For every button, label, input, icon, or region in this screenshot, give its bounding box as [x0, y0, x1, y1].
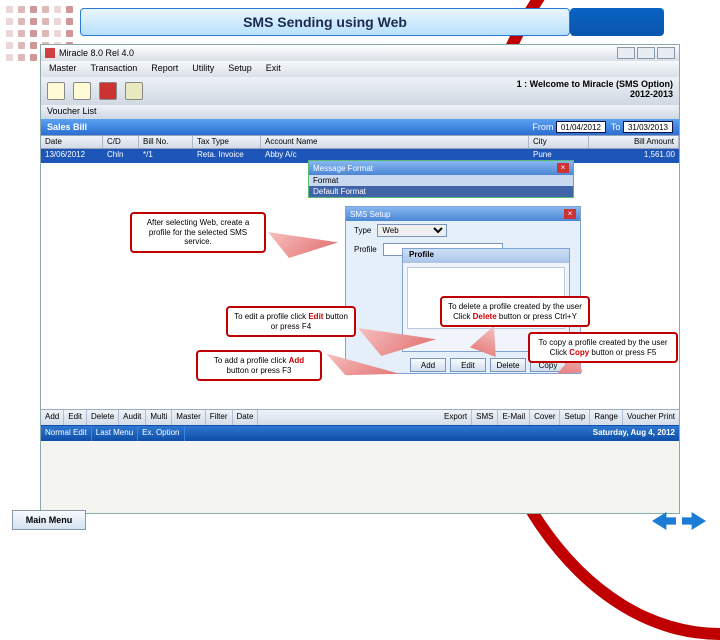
status-bar: Normal Edit Last Menu Ex. Option Saturda… — [41, 425, 679, 441]
status-ex-option[interactable]: Ex. Option — [138, 426, 184, 441]
profile-delete-button[interactable]: Delete — [490, 358, 526, 372]
maximize-button[interactable] — [637, 47, 655, 59]
close-icon[interactable]: × — [564, 209, 576, 219]
profile-add-button[interactable]: Add — [410, 358, 446, 372]
profile-edit-button[interactable]: Edit — [450, 358, 486, 372]
type-select[interactable]: Web — [377, 224, 447, 237]
format-label: Format — [309, 175, 573, 186]
menu-master[interactable]: Master — [49, 63, 77, 75]
col-billno[interactable]: Bill No. — [139, 136, 193, 148]
btn-edit[interactable]: Edit — [64, 410, 87, 425]
status-last-menu[interactable]: Last Menu — [92, 426, 138, 441]
menu-utility[interactable]: Utility — [192, 63, 214, 75]
col-account[interactable]: Account Name — [261, 136, 529, 148]
toolbar: 1 : Welcome to Miracle (SMS Option) 2012… — [41, 77, 679, 105]
profile-dialog-title: Profile — [403, 249, 569, 263]
window-titlebar[interactable]: Miracle 8.0 Rel 4.0 — [41, 45, 679, 61]
action-bar: Add Edit Delete Audit Multi Master Filte… — [41, 409, 679, 425]
btn-multi[interactable]: Multi — [146, 410, 172, 425]
col-amount[interactable]: Bill Amount — [589, 136, 679, 148]
col-city[interactable]: City — [529, 136, 589, 148]
format-value[interactable]: Default Format — [309, 186, 573, 197]
toolbar-icon-1[interactable] — [47, 82, 65, 100]
to-date-input[interactable]: 31/03/2013 — [623, 121, 673, 133]
menu-report[interactable]: Report — [151, 63, 178, 75]
slide-title: SMS Sending using Web — [80, 8, 570, 36]
toolbar-icon-2[interactable] — [73, 82, 91, 100]
toolbar-icon-3[interactable] — [99, 82, 117, 100]
col-date[interactable]: Date — [41, 136, 103, 148]
menu-transaction[interactable]: Transaction — [91, 63, 138, 75]
btn-audit[interactable]: Audit — [119, 410, 146, 425]
minimize-button[interactable] — [617, 47, 635, 59]
from-label: From — [532, 122, 553, 132]
grid-header: Date C/D Bill No. Tax Type Account Name … — [41, 135, 679, 149]
btn-filter[interactable]: Filter — [206, 410, 233, 425]
voucher-list-tab[interactable]: Voucher List — [41, 105, 679, 119]
btn-add[interactable]: Add — [41, 410, 64, 425]
col-taxtype[interactable]: Tax Type — [193, 136, 261, 148]
sales-bill-label: Sales Bill — [47, 122, 87, 132]
close-icon[interactable]: × — [557, 163, 569, 173]
status-date: Saturday, Aug 4, 2012 — [589, 426, 679, 441]
menu-exit[interactable]: Exit — [266, 63, 281, 75]
menubar: Master Transaction Report Utility Setup … — [41, 61, 679, 77]
profile-label: Profile — [354, 245, 377, 254]
toolbar-icon-4[interactable] — [125, 82, 143, 100]
col-cd[interactable]: C/D — [103, 136, 139, 148]
slide-title-accent — [570, 8, 664, 36]
sales-bill-bar: Sales Bill From 01/04/2012 To 31/03/2013 — [41, 119, 679, 135]
sms-setup-title: SMS Setup — [350, 210, 390, 219]
type-label: Type — [354, 226, 371, 235]
next-arrow-icon[interactable] — [682, 512, 706, 530]
callout-copy: To copy a profile created by the user Cl… — [528, 332, 678, 363]
callout-edit: To edit a profile click Edit button or p… — [226, 306, 356, 337]
callout-delete: To delete a profile created by the user … — [440, 296, 590, 327]
btn-voucher-print[interactable]: Voucher Print — [623, 410, 679, 425]
welcome-text: 1 : Welcome to Miracle (SMS Option) 2012… — [517, 79, 673, 99]
callout-add: To add a profile click Add button or pre… — [196, 350, 322, 381]
from-date-input[interactable]: 01/04/2012 — [556, 121, 606, 133]
window-title: Miracle 8.0 Rel 4.0 — [59, 48, 617, 58]
slide-nav — [652, 512, 706, 530]
close-button[interactable] — [657, 47, 675, 59]
status-normal-edit[interactable]: Normal Edit — [41, 426, 92, 441]
message-format-title: Message Format — [313, 164, 373, 173]
btn-delete[interactable]: Delete — [87, 410, 119, 425]
prev-arrow-icon[interactable] — [652, 512, 676, 530]
main-menu-button[interactable]: Main Menu — [12, 510, 86, 530]
menu-setup[interactable]: Setup — [228, 63, 252, 75]
to-label: To — [611, 122, 621, 132]
btn-range[interactable]: Range — [590, 410, 623, 425]
btn-date[interactable]: Date — [233, 410, 259, 425]
callout-create-profile: After selecting Web, create a profile fo… — [130, 212, 266, 253]
btn-master[interactable]: Master — [172, 410, 205, 425]
app-icon — [45, 48, 55, 58]
message-format-dialog[interactable]: Message Format × Format Default Format — [308, 160, 574, 198]
